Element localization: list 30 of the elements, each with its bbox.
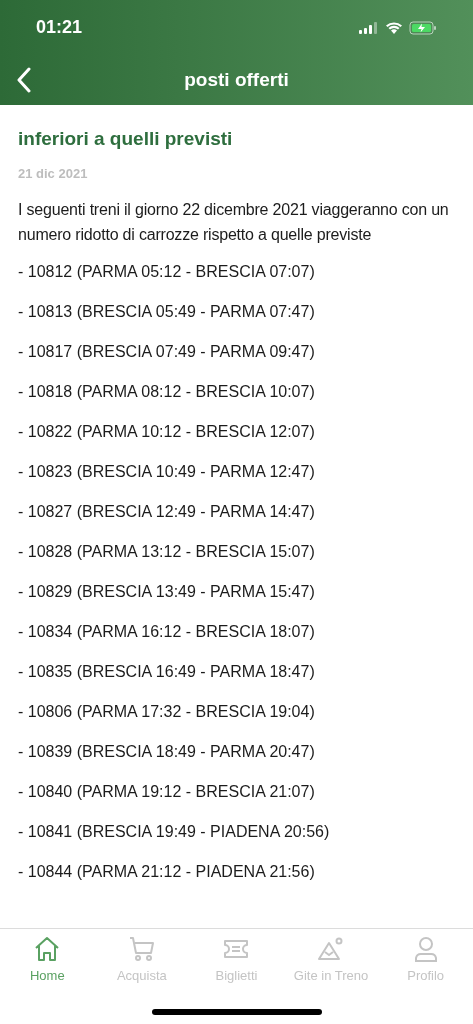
train-entry: - 10829 (BRESCIA 13:49 - PARMA 15:47) — [18, 581, 316, 602]
train-entry: - 10840 (PARMA 19:12 - BRESCIA 21:07) — [18, 781, 316, 802]
train-entry: - 10834 (PARMA 16:12 - BRESCIA 18:07) — [18, 621, 316, 642]
screen-title: posti offerti — [184, 67, 289, 92]
signal-icon — [359, 21, 379, 34]
train-entry: - 10828 (PARMA 13:12 - BRESCIA 15:07) — [18, 541, 316, 562]
train-entry: - 10844 (PARMA 21:12 - PIADENA 21:56) — [18, 861, 316, 882]
tab-bar-item[interactable]: Profilo — [379, 935, 472, 986]
train-entry: - 10835 (BRESCIA 16:49 - PARMA 18:47) — [18, 661, 316, 682]
tab-bar-item[interactable]: Biglietti — [190, 935, 283, 986]
battery-charging-icon — [409, 20, 437, 35]
train-entry: - 10827 (BRESCIA 12:49 - PARMA 14:47) — [18, 501, 316, 522]
article-date: 21 dic 2021 — [18, 165, 89, 183]
tab-icon — [127, 935, 156, 963]
train-entry: - 10806 (PARMA 17:32 - BRESCIA 19:04) — [18, 701, 316, 722]
wifi-icon — [385, 21, 403, 34]
article-intro: I seguenti treni il giorno 22 dicembre 2021 viaggeranno con un numero ridotto di carrozze rispetto a quelle previste — [18, 199, 450, 245]
train-entry: - 10841 (BRESCIA 19:49 - PIADENA 20:56) — [18, 821, 331, 842]
train-entry: - 10813 (BRESCIA 05:49 - PARMA 07:47) — [18, 301, 316, 322]
train-entry: - 10839 (BRESCIA 18:49 - PARMA 20:47) — [18, 741, 316, 762]
status-time: 01:21 — [36, 16, 83, 39]
train-entry: - 10818 (PARMA 08:12 - BRESCIA 10:07) — [18, 381, 316, 402]
train-entry: - 10817 (BRESCIA 07:49 - PARMA 09:47) — [18, 341, 316, 362]
train-entry: - 10823 (BRESCIA 10:49 - PARMA 12:47) — [18, 461, 316, 482]
back-icon — [16, 67, 32, 93]
tab-bar-item[interactable]: Acquista — [95, 935, 188, 986]
tab-bar-item[interactable]: Home — [1, 935, 94, 986]
train-entry: - 10822 (PARMA 10:12 - BRESCIA 12:07) — [18, 421, 316, 442]
article-title: inferiori a quelli previsti — [18, 127, 234, 151]
train-entry: - 10812 (PARMA 05:12 - BRESCIA 07:07) — [18, 261, 316, 282]
